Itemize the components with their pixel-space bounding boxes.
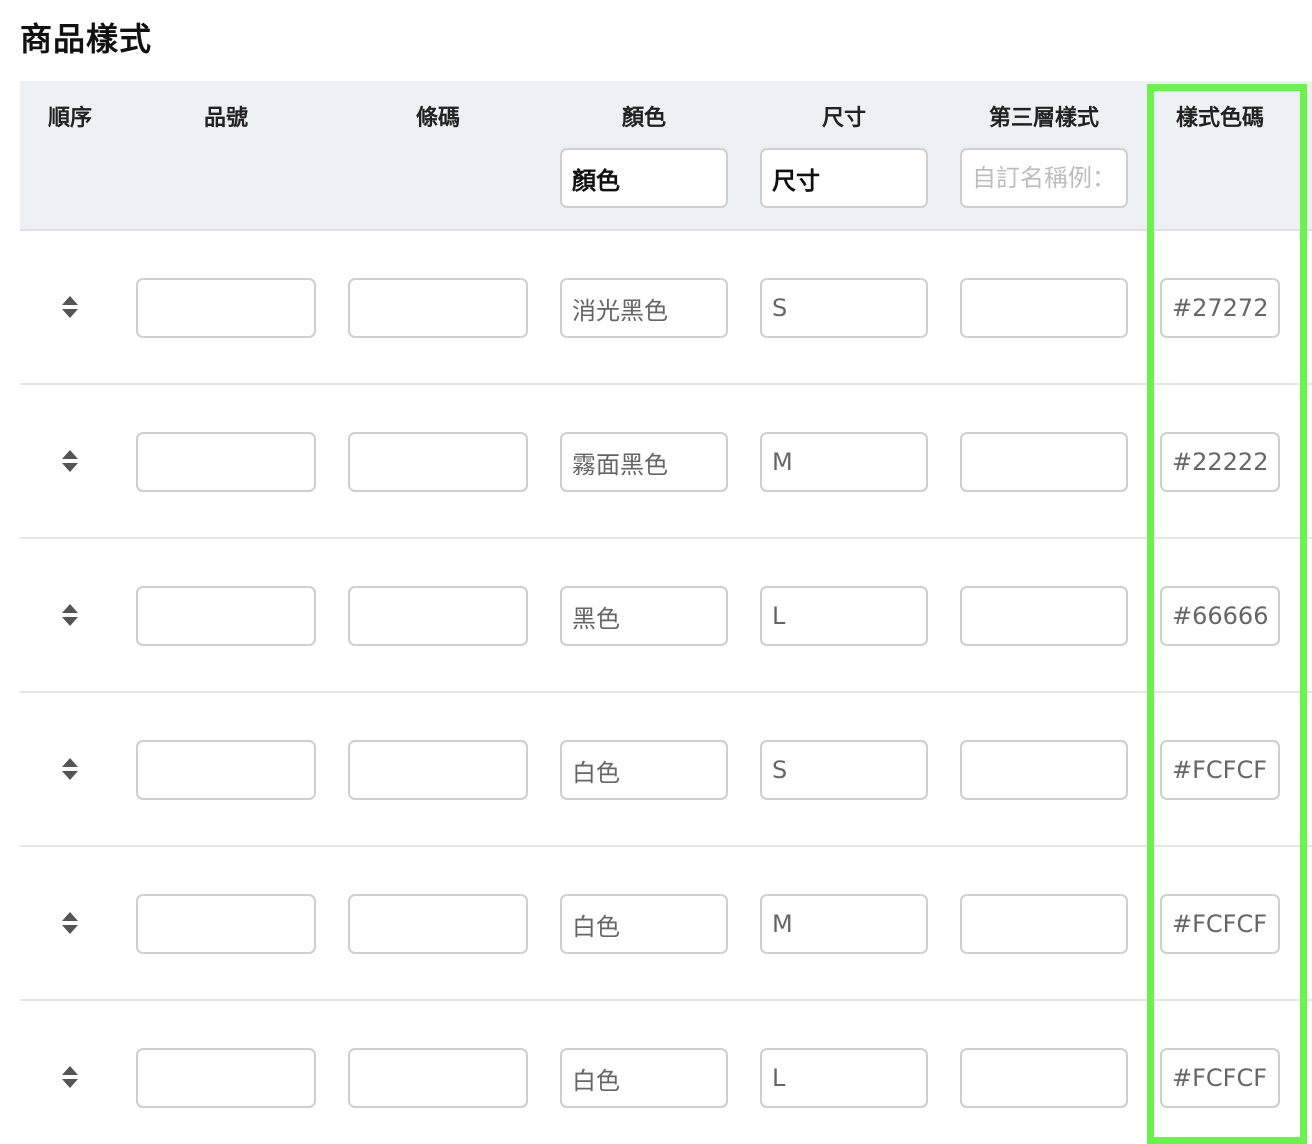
- sku-input[interactable]: [136, 740, 316, 800]
- color-value-input[interactable]: [560, 278, 728, 338]
- size-value-input[interactable]: [760, 1048, 928, 1108]
- third-level-value-input[interactable]: [960, 740, 1128, 800]
- size-value-input[interactable]: [760, 586, 928, 646]
- sort-handle-icon[interactable]: [58, 910, 82, 936]
- header-order: 順序: [47, 106, 92, 131]
- third-level-value-input[interactable]: [960, 1048, 1128, 1108]
- row-divider: [20, 537, 1312, 539]
- third-level-value-input[interactable]: [960, 586, 1128, 646]
- color-value-input[interactable]: [560, 432, 728, 492]
- header-third-level: 第三層樣式: [988, 106, 1099, 131]
- size-value-input[interactable]: [760, 278, 928, 338]
- size-value-input[interactable]: [760, 432, 928, 492]
- color-value-input[interactable]: [560, 586, 728, 646]
- color-code-input[interactable]: [1160, 586, 1280, 646]
- sku-input[interactable]: [136, 586, 316, 646]
- barcode-input[interactable]: [348, 1048, 528, 1108]
- barcode-input[interactable]: [348, 432, 528, 492]
- header-size: 尺寸: [821, 106, 866, 131]
- row-divider: [20, 845, 1312, 847]
- barcode-input[interactable]: [348, 740, 528, 800]
- color-code-input[interactable]: [1160, 278, 1280, 338]
- sort-handle-icon[interactable]: [58, 1064, 82, 1090]
- color-code-input[interactable]: [1160, 740, 1280, 800]
- third-level-value-input[interactable]: [960, 432, 1128, 492]
- barcode-input[interactable]: [348, 278, 528, 338]
- header-sku: 品號: [203, 106, 248, 131]
- sort-handle-icon[interactable]: [58, 448, 82, 474]
- header-color-code: 樣式色碼: [1175, 106, 1264, 131]
- color-code-input[interactable]: [1160, 1048, 1280, 1108]
- third-level-value-input[interactable]: [960, 278, 1128, 338]
- color-value-input[interactable]: [560, 740, 728, 800]
- color-value-input[interactable]: [560, 1048, 728, 1108]
- barcode-input[interactable]: [348, 894, 528, 954]
- section-title: 商品樣式: [20, 20, 153, 58]
- color-dimension-name-input[interactable]: [560, 148, 728, 208]
- sku-input[interactable]: [136, 278, 316, 338]
- header-color: 顏色: [621, 106, 666, 131]
- row-divider: [20, 999, 1312, 1001]
- row-divider: [20, 383, 1312, 385]
- sku-input[interactable]: [136, 432, 316, 492]
- sort-handle-icon[interactable]: [58, 756, 82, 782]
- header-barcode: 條碼: [415, 106, 460, 131]
- size-dimension-name-input[interactable]: [760, 148, 928, 208]
- color-value-input[interactable]: [560, 894, 728, 954]
- third-level-value-input[interactable]: [960, 894, 1128, 954]
- color-code-input[interactable]: [1160, 432, 1280, 492]
- color-code-input[interactable]: [1160, 894, 1280, 954]
- sku-input[interactable]: [136, 1048, 316, 1108]
- size-value-input[interactable]: [760, 894, 928, 954]
- sort-handle-icon[interactable]: [58, 294, 82, 320]
- row-divider: [20, 691, 1312, 693]
- size-value-input[interactable]: [760, 740, 928, 800]
- third-dimension-name-input[interactable]: [960, 148, 1128, 208]
- barcode-input[interactable]: [348, 586, 528, 646]
- sku-input[interactable]: [136, 894, 316, 954]
- sort-handle-icon[interactable]: [58, 602, 82, 628]
